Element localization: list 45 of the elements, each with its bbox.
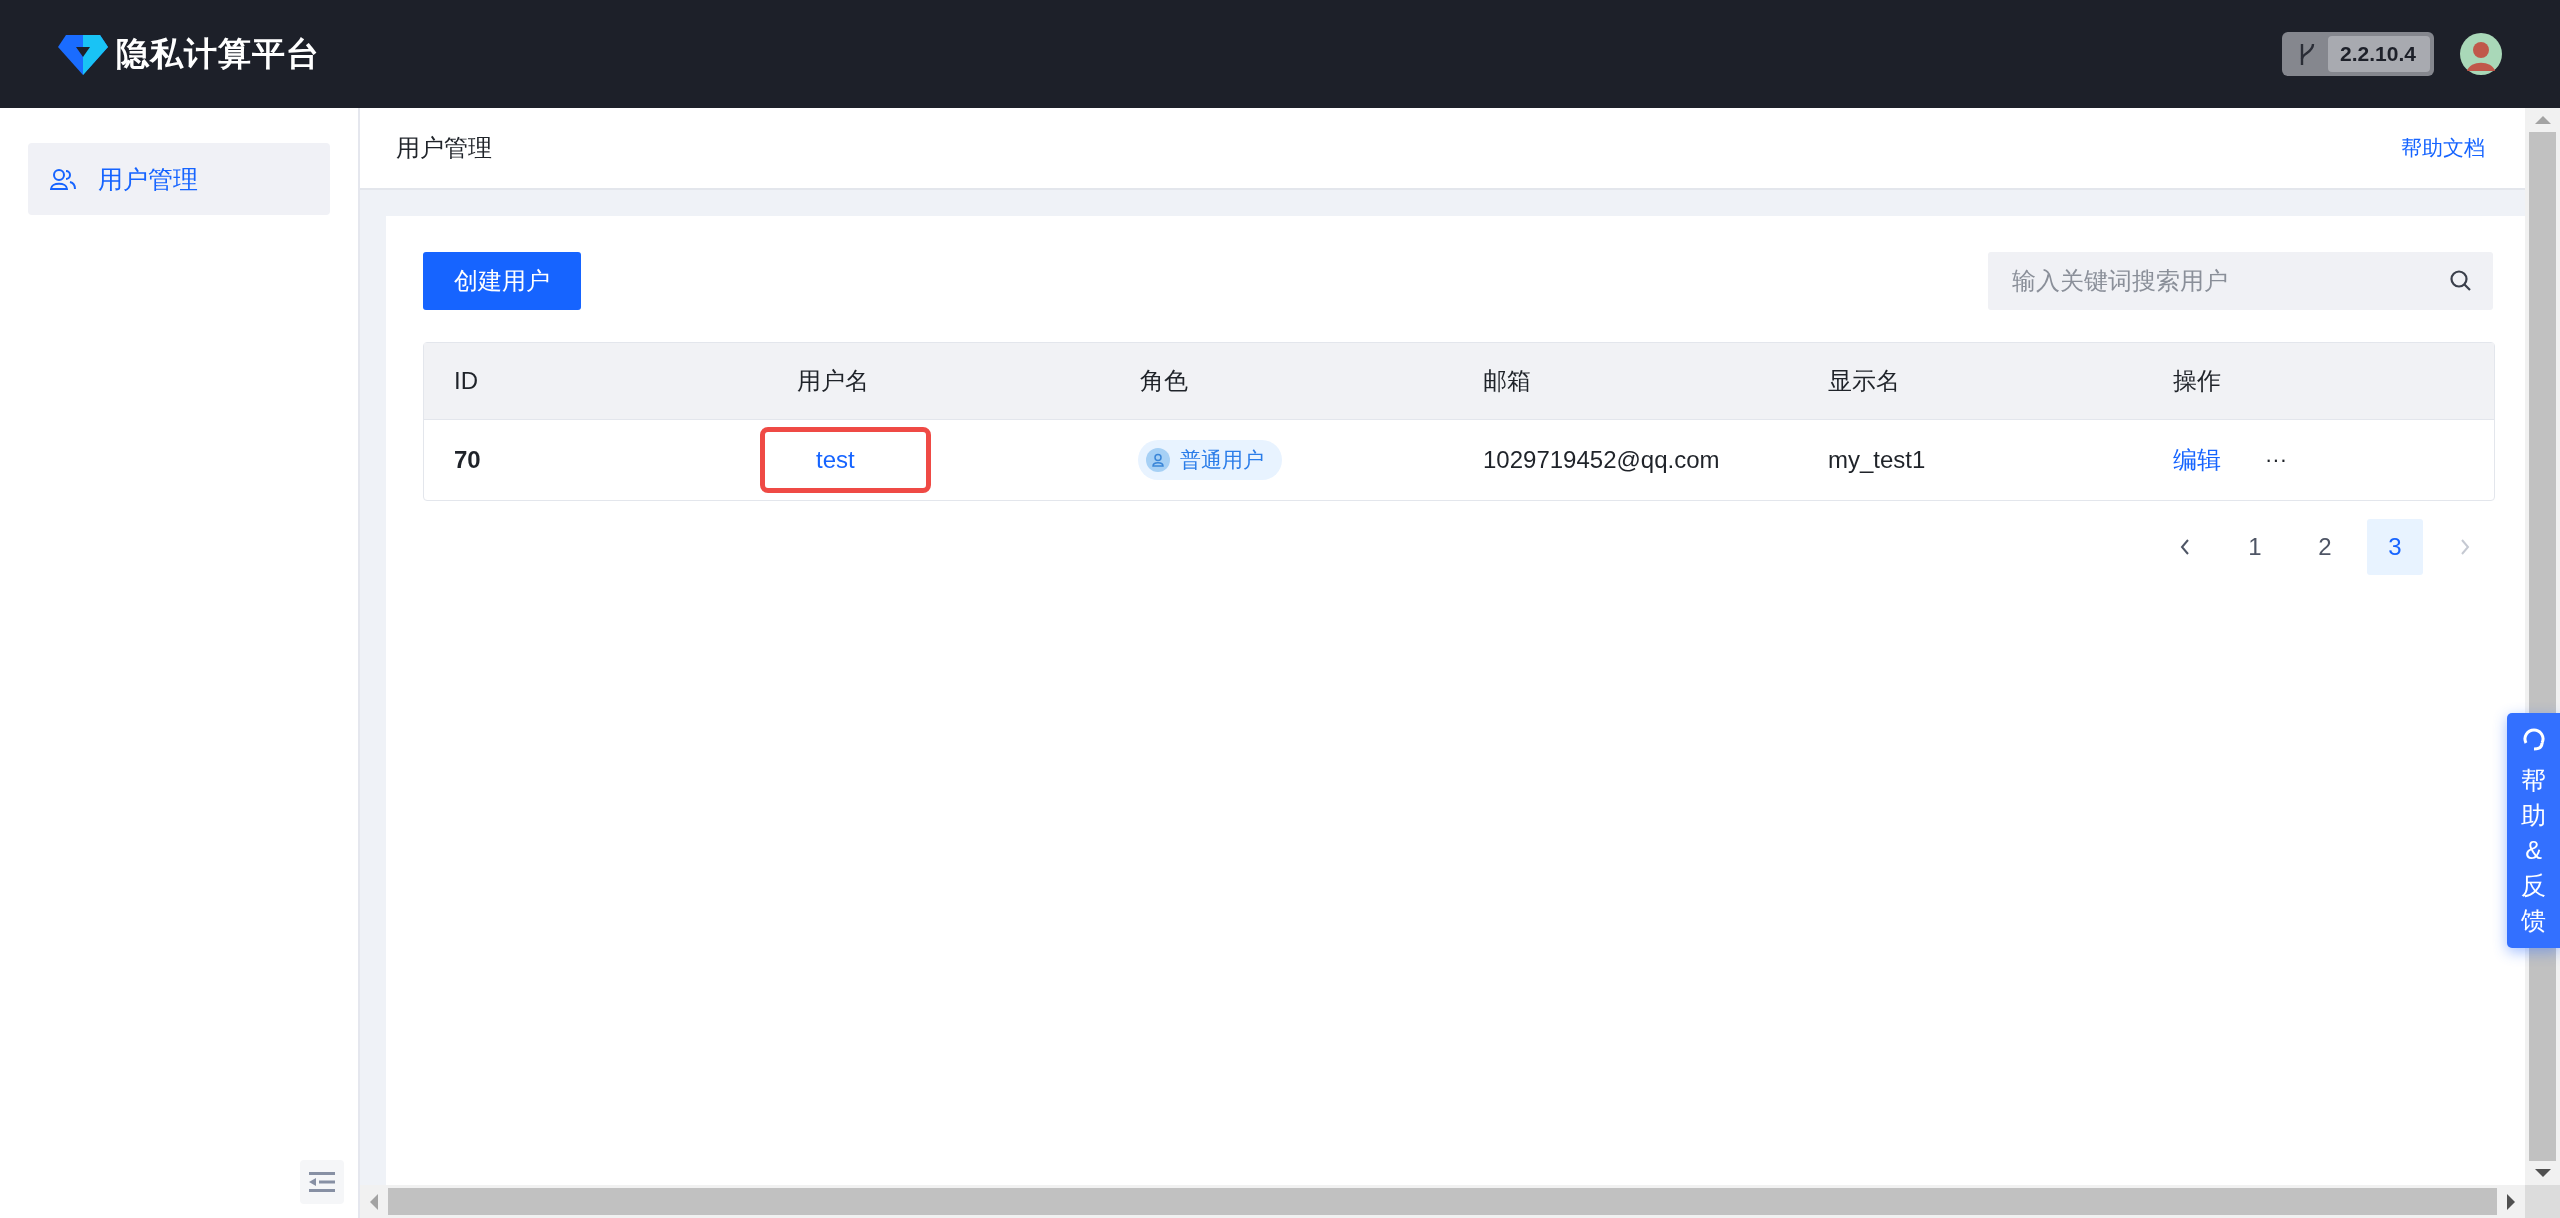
down-arrow-icon [2534, 1169, 2551, 1179]
help-feedback-label: 帮助&反馈 [2521, 765, 2546, 936]
page-title: 用户管理 [396, 133, 492, 163]
headset-icon [2521, 727, 2546, 753]
column-header: 邮箱 [1482, 366, 1532, 396]
scrollbar-thumb[interactable] [2529, 132, 2556, 713]
scrollbar-track[interactable] [2525, 108, 2560, 713]
avatar-icon [2460, 33, 2502, 75]
page-button[interactable]: 1 [2227, 519, 2283, 575]
help-feedback-button[interactable]: 帮助&反馈 [2507, 713, 2560, 948]
column-header: ID [453, 367, 479, 395]
scrollbar-thumb[interactable] [2529, 948, 2556, 1161]
page-button[interactable]: 2 [2297, 519, 2353, 575]
search-field[interactable]: 输入关键词搜索用户 [1988, 252, 2493, 310]
left-arrow-icon [368, 1193, 378, 1210]
column-header: 用户名 [796, 366, 870, 396]
table-cell-text: my_test1 [1827, 446, 1927, 474]
version-number: 2.2.10.4 [2328, 36, 2430, 72]
username-link[interactable]: test [760, 427, 931, 493]
right-arrow-icon [2507, 1193, 2517, 1210]
collapse-menu-icon [309, 1172, 335, 1192]
users-icon [50, 168, 76, 190]
column-header: 角色 [1139, 366, 1189, 396]
up-arrow-icon [2534, 114, 2551, 124]
horizontal-scrollbar[interactable] [360, 1185, 2525, 1218]
column-header: 显示名 [1827, 366, 1901, 396]
page-button[interactable]: 3 [2367, 519, 2423, 575]
sidebar-item[interactable]: 用户管理 [28, 143, 330, 215]
scrollbar-corner [2525, 1185, 2560, 1218]
scrollbar-thumb[interactable] [388, 1188, 2497, 1215]
edit-link[interactable]: 编辑 [2173, 444, 2221, 476]
chevron-right-icon [2459, 538, 2471, 556]
role-label: 普通用户 [1180, 447, 1264, 473]
table-cell-text: 1029719452@qq.com [1482, 446, 1721, 474]
column-header: 操作 [2172, 366, 2222, 396]
create-user-button[interactable]: 创建用户 [423, 252, 581, 310]
chevron-left-icon [2179, 538, 2191, 556]
table-cell-text: 70 [453, 446, 482, 474]
help-docs-link[interactable]: 帮助文档 [2401, 134, 2485, 162]
logo-text: 隐私计算平台 [116, 33, 320, 74]
search-icon [2449, 269, 2473, 293]
diamond-logo-icon [58, 33, 108, 75]
collapse-button[interactable] [300, 1160, 344, 1204]
user-icon [1146, 448, 1170, 472]
more-button[interactable]: ··· [2265, 447, 2287, 473]
